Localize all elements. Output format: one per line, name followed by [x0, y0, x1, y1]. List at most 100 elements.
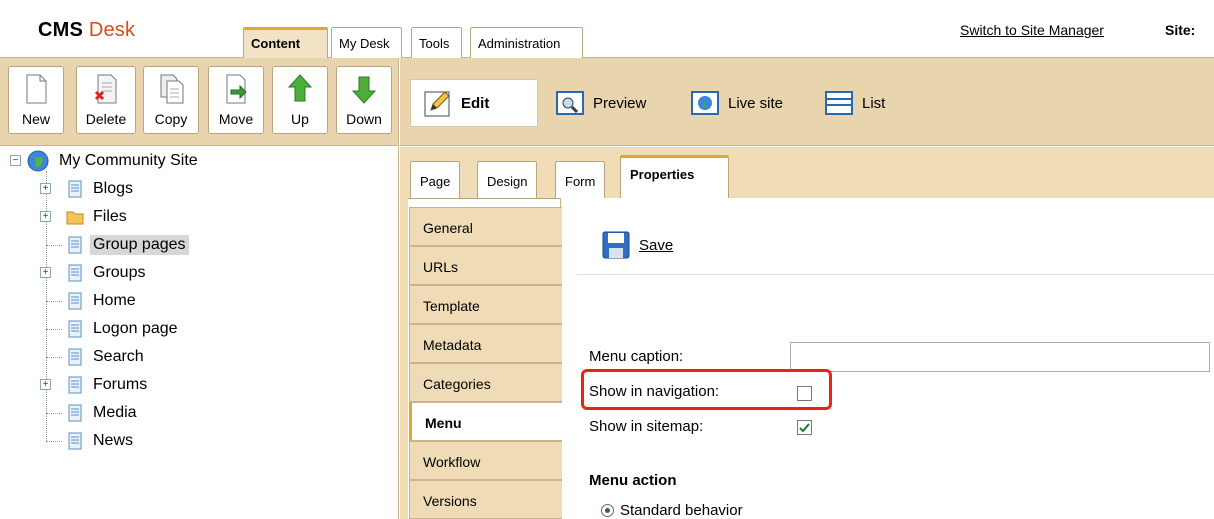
new-label: New: [21, 111, 50, 127]
content-tree: − My Community Site + Blogs + Files Group pa…: [0, 147, 399, 519]
vtab-urls[interactable]: URLs: [409, 246, 562, 285]
checkmark-icon: [799, 423, 810, 433]
tree-root-label: My Community Site: [59, 152, 198, 169]
tab-administration[interactable]: Administration: [470, 27, 583, 58]
tree-connector: [46, 413, 62, 414]
floppy-disk-icon: [602, 231, 630, 259]
live-site-globe-icon: [691, 91, 719, 115]
preview-label: Preview: [593, 94, 647, 112]
tree-item[interactable]: Media: [66, 401, 140, 425]
up-label: Up: [291, 111, 309, 127]
tree-item-label: Blogs: [93, 180, 134, 197]
collapse-root-icon[interactable]: −: [10, 155, 21, 166]
tree-item[interactable]: Forums: [66, 373, 150, 397]
vtab-categories[interactable]: Categories: [409, 363, 562, 402]
expand-icon[interactable]: +: [40, 267, 51, 278]
tree-item-label: Logon page: [93, 320, 178, 337]
up-button[interactable]: Up: [272, 66, 328, 134]
delete-label: Delete: [85, 111, 127, 127]
copy-document-icon: [160, 74, 184, 104]
expand-icon[interactable]: +: [40, 183, 51, 194]
page-icon: [68, 180, 82, 198]
tab-content[interactable]: Content: [243, 27, 328, 58]
live-site-view-button[interactable]: Live site: [678, 79, 798, 127]
expand-icon[interactable]: +: [40, 211, 51, 222]
tree-item-label: Forums: [93, 376, 148, 393]
tree-item[interactable]: Files: [66, 205, 130, 229]
preview-magnifier-icon: [556, 91, 584, 115]
page-icon: [68, 348, 82, 366]
tab-design[interactable]: Design: [477, 161, 538, 198]
view-mode-toolbar: Edit Preview Live site List: [400, 58, 1214, 146]
radio-selected-icon: [601, 504, 614, 517]
tab-page[interactable]: Page: [410, 161, 461, 198]
tab-form[interactable]: Form: [555, 161, 606, 198]
expand-icon[interactable]: +: [40, 379, 51, 390]
tree-connector: [46, 329, 62, 330]
tree-item[interactable]: Group pages: [66, 233, 189, 257]
move-button[interactable]: Move: [208, 66, 264, 134]
tab-tools[interactable]: Tools: [411, 27, 462, 58]
tree-item-label: Files: [93, 208, 127, 225]
menu-caption-label: Menu caption:: [589, 348, 684, 365]
down-button[interactable]: Down: [336, 66, 392, 134]
show-in-navigation-checkbox[interactable]: [797, 386, 812, 401]
edit-view-button[interactable]: Edit: [410, 79, 538, 127]
preview-view-button[interactable]: Preview: [543, 79, 663, 127]
page-icon: [68, 432, 82, 450]
standard-behavior-radio[interactable]: Standard behavior: [601, 502, 743, 519]
standard-behavior-label: Standard behavior: [620, 502, 743, 519]
vtab-template[interactable]: Template: [409, 285, 562, 324]
edit-pencil-icon: [424, 91, 450, 117]
page-icon: [68, 292, 82, 310]
tree-item[interactable]: Logon page: [66, 317, 181, 341]
vtab-versions[interactable]: Versions: [409, 480, 562, 519]
show-in-sitemap-checkbox[interactable]: [797, 420, 812, 435]
arrow-up-icon: [287, 74, 313, 102]
live-site-label: Live site: [728, 94, 784, 112]
menu-action-heading: Menu action: [589, 472, 677, 489]
copy-button[interactable]: Copy: [143, 66, 199, 134]
folder-icon: [66, 211, 84, 225]
delete-document-icon: [94, 74, 117, 104]
vtab-general[interactable]: General: [409, 207, 562, 246]
copy-label: Copy: [154, 111, 188, 127]
list-label: List: [862, 94, 886, 112]
arrow-down-icon: [351, 76, 377, 104]
tree-connector: [46, 357, 62, 358]
move-document-icon: [226, 74, 247, 104]
switch-to-site-manager-link[interactable]: Switch to Site Manager: [960, 22, 1104, 38]
list-view-button[interactable]: List: [812, 79, 902, 127]
tree-item-label: News: [93, 432, 134, 449]
delete-button[interactable]: Delete: [76, 66, 136, 134]
tree-root[interactable]: My Community Site: [26, 149, 201, 173]
tab-properties[interactable]: Properties: [620, 155, 729, 198]
header: CMS Desk Content My Desk Tools Administr…: [0, 0, 1214, 58]
tree-item[interactable]: News: [66, 429, 136, 453]
new-document-icon: [26, 74, 47, 104]
edit-label: Edit: [461, 94, 490, 112]
save-button[interactable]: Save: [601, 230, 673, 260]
tree-connector: [46, 245, 62, 246]
vtab-workflow[interactable]: Workflow: [409, 441, 562, 480]
tree-item[interactable]: Home: [66, 289, 139, 313]
menu-caption-input[interactable]: [790, 342, 1210, 372]
tree-item-label: Home: [93, 292, 136, 309]
header-divider: [577, 274, 1214, 275]
tree-item[interactable]: Groups: [66, 261, 148, 285]
vtab-metadata[interactable]: Metadata: [409, 324, 562, 363]
tree-connector: [46, 441, 62, 442]
page-icon: [68, 264, 82, 282]
page-icon: [68, 404, 82, 422]
logo-cms-text: CMS: [38, 19, 84, 41]
app-logo: CMS Desk: [38, 19, 135, 42]
tab-my-desk[interactable]: My Desk: [331, 27, 402, 58]
page-icon: [68, 320, 82, 338]
vtab-menu[interactable]: Menu: [409, 402, 562, 441]
tree-item[interactable]: Search: [66, 345, 147, 369]
tree-item[interactable]: Blogs: [66, 177, 136, 201]
tree-item-label: Groups: [93, 264, 146, 281]
new-button[interactable]: New: [8, 66, 64, 134]
page-icon: [68, 236, 82, 254]
page-icon: [68, 376, 82, 394]
